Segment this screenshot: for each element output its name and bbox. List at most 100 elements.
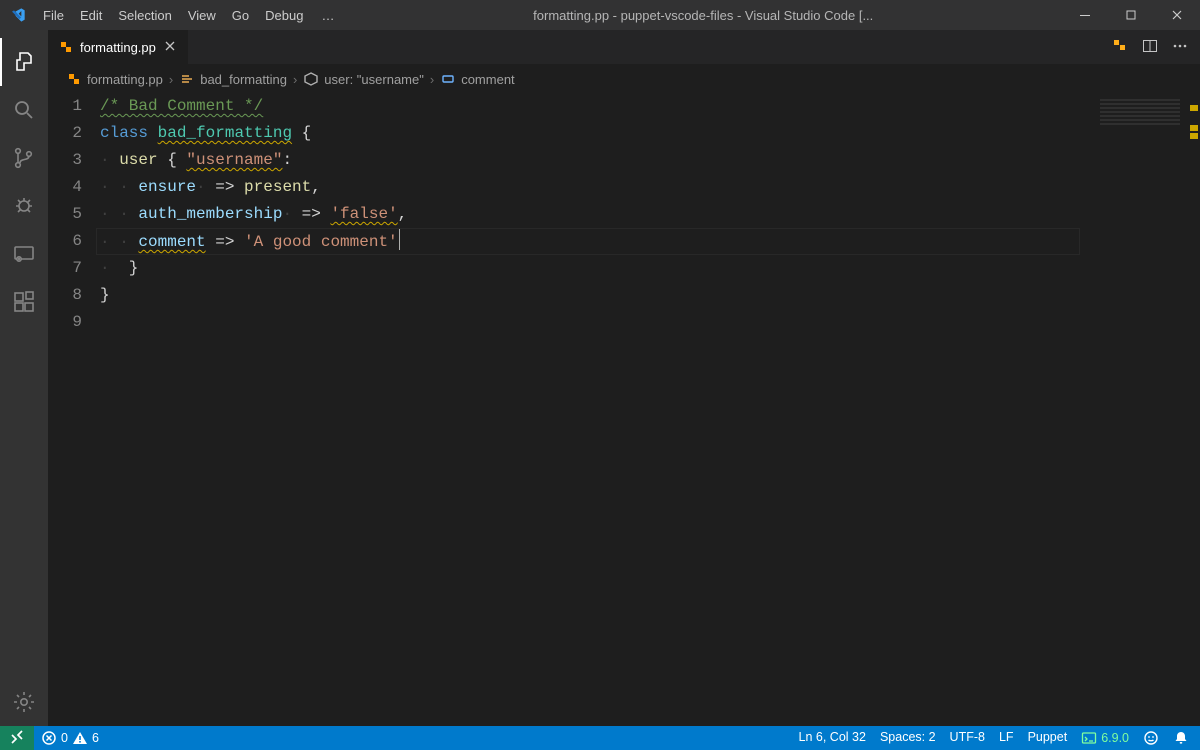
main: formatting.pp formatting.pp	[0, 30, 1200, 726]
symbol-class-icon	[179, 71, 195, 87]
editor-area: formatting.pp formatting.pp	[48, 30, 1200, 726]
line-number: 7	[48, 255, 82, 282]
vscode-icon	[10, 7, 26, 23]
close-icon	[1169, 7, 1185, 23]
activity-explorer[interactable]	[0, 38, 48, 86]
code-line[interactable]: }	[100, 282, 1086, 309]
warning-marker	[1190, 125, 1198, 131]
code-line[interactable]: class bad_formatting {	[100, 120, 1086, 147]
vscode-logo	[0, 7, 35, 23]
chevron-right-icon: ›	[430, 72, 434, 87]
activity-remote[interactable]	[0, 230, 48, 278]
puppet-icon	[1112, 38, 1128, 54]
activity-extensions[interactable]	[0, 278, 48, 326]
menu-view[interactable]: View	[180, 0, 224, 30]
status-eol[interactable]: LF	[992, 730, 1021, 744]
puppet-action[interactable]	[1112, 38, 1128, 57]
editor-more-button[interactable]	[1172, 38, 1188, 57]
text-cursor	[399, 228, 400, 250]
line-number: 2	[48, 120, 82, 147]
chevron-right-icon: ›	[293, 72, 297, 87]
status-warnings-count: 6	[92, 731, 99, 745]
error-icon	[41, 730, 57, 746]
tab-close[interactable]	[162, 38, 178, 57]
line-number: 5	[48, 201, 82, 228]
code-line[interactable]: · · comment => 'A good comment'	[100, 228, 1086, 255]
minimize-icon	[1077, 7, 1093, 23]
remote-icon	[12, 242, 36, 266]
menu-edit[interactable]: Edit	[72, 0, 110, 30]
symbol-object-icon	[303, 71, 319, 87]
overview-ruler[interactable]	[1186, 93, 1200, 726]
breadcrumb-property[interactable]: comment	[440, 71, 514, 87]
extensions-icon	[12, 290, 36, 314]
menu-overflow[interactable]: …	[311, 8, 344, 23]
bell-icon	[1173, 730, 1189, 746]
code-editor[interactable]: 123456789 /* Bad Comment */class bad_for…	[48, 93, 1086, 726]
breadcrumbs[interactable]: formatting.pp › bad_formatting › user: "…	[48, 65, 1200, 93]
menu-debug[interactable]: Debug	[257, 0, 311, 30]
window-controls	[1062, 0, 1200, 30]
split-icon	[1142, 38, 1158, 54]
breadcrumb-class-label: bad_formatting	[200, 72, 287, 87]
status-bar: 0 6 Ln 6, Col 32 Spaces: 2 UTF-8 LF Pupp…	[0, 726, 1200, 750]
menu-selection[interactable]: Selection	[110, 0, 179, 30]
code-line[interactable]	[100, 309, 1086, 336]
code-line[interactable]: · user { "username":	[100, 147, 1086, 174]
maximize-button[interactable]	[1108, 0, 1154, 30]
activity-scm[interactable]	[0, 134, 48, 182]
minimap[interactable]	[1086, 93, 1186, 726]
code-line[interactable]: /* Bad Comment */	[100, 93, 1086, 120]
activity-settings[interactable]	[0, 678, 48, 726]
minimize-button[interactable]	[1062, 0, 1108, 30]
symbol-field-icon	[440, 71, 456, 87]
status-encoding[interactable]: UTF-8	[943, 730, 992, 744]
editor-actions	[1100, 30, 1200, 64]
status-feedback[interactable]	[1136, 730, 1166, 746]
code-line[interactable]: · }	[100, 255, 1086, 282]
status-indentation[interactable]: Spaces: 2	[873, 730, 943, 744]
breadcrumb-property-label: comment	[461, 72, 514, 87]
menu-file[interactable]: File	[35, 0, 72, 30]
menu-go[interactable]: Go	[224, 0, 257, 30]
status-notifications[interactable]	[1166, 730, 1196, 746]
code-content[interactable]: /* Bad Comment */class bad_formatting {·…	[100, 93, 1086, 726]
warning-icon	[72, 730, 88, 746]
tab-bar: formatting.pp	[48, 30, 1200, 65]
minimap-content	[1100, 97, 1180, 125]
close-button[interactable]	[1154, 0, 1200, 30]
line-number: 9	[48, 309, 82, 336]
remote-indicator[interactable]	[0, 726, 34, 750]
activity-debug[interactable]	[0, 182, 48, 230]
code-line[interactable]: · · ensure· => present,	[100, 174, 1086, 201]
tab-label: formatting.pp	[80, 40, 156, 55]
breadcrumb-resource-label: user: "username"	[324, 72, 424, 87]
remote-icon	[9, 730, 25, 746]
chevron-right-icon: ›	[169, 72, 173, 87]
warning-marker	[1190, 133, 1198, 139]
activity-search[interactable]	[0, 86, 48, 134]
editor-split: 123456789 /* Bad Comment */class bad_for…	[48, 93, 1200, 726]
status-language[interactable]: Puppet	[1021, 730, 1075, 744]
breadcrumb-resource[interactable]: user: "username"	[303, 71, 424, 87]
status-problems[interactable]: 0 6	[34, 726, 106, 750]
breadcrumb-file[interactable]: formatting.pp	[66, 71, 163, 87]
files-icon	[13, 50, 37, 74]
smiley-icon	[1143, 730, 1159, 746]
tab-formatting[interactable]: formatting.pp	[48, 30, 189, 64]
line-gutter: 123456789	[48, 93, 100, 726]
line-number: 6	[48, 228, 82, 255]
gear-icon	[12, 690, 36, 714]
code-line[interactable]: · · auth_membership· => 'false',	[100, 201, 1086, 228]
menubar: File Edit Selection View Go Debug …	[35, 0, 344, 30]
line-number: 8	[48, 282, 82, 309]
titlebar: File Edit Selection View Go Debug … form…	[0, 0, 1200, 30]
puppet-file-icon	[58, 39, 74, 55]
close-icon	[162, 38, 178, 54]
breadcrumb-class[interactable]: bad_formatting	[179, 71, 287, 87]
status-cursor-position[interactable]: Ln 6, Col 32	[792, 730, 873, 744]
terminal-icon	[1081, 730, 1097, 746]
split-editor-button[interactable]	[1142, 38, 1158, 57]
status-pdk[interactable]: 6.9.0	[1074, 730, 1136, 746]
branch-icon	[12, 146, 36, 170]
